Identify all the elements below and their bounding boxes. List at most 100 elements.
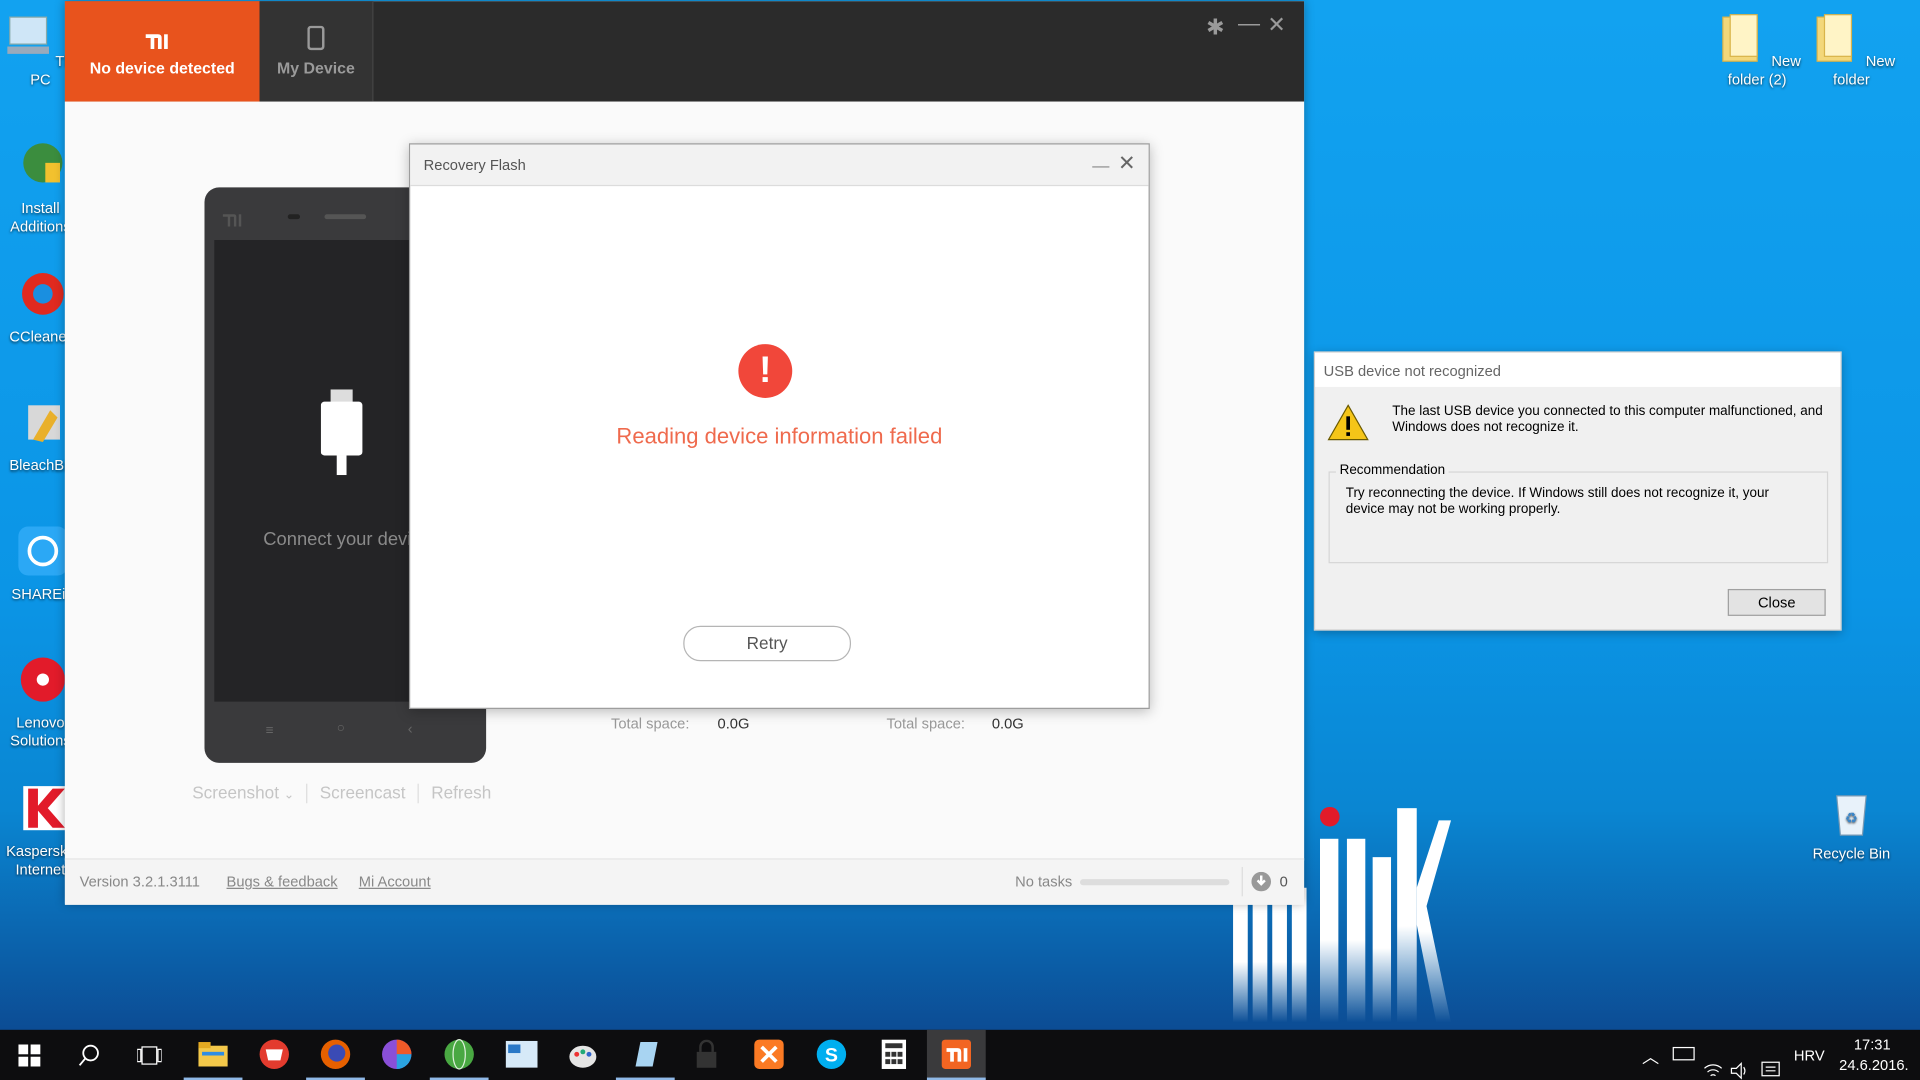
desktop-icon-label: BleachBit [9,456,72,474]
paint-icon [569,1045,597,1068]
phone-speaker [287,214,301,220]
total-space-label: Total space: [886,715,965,733]
total-space-value: 0.0G [991,715,1024,733]
task-view-button[interactable] [120,1030,179,1080]
broom-icon [28,405,61,443]
mi-logo-icon [222,214,242,227]
tasks-progress-bar [1080,879,1230,886]
taskbar-app-red[interactable] [245,1030,304,1080]
search-icon [78,1044,99,1066]
input-language[interactable]: HRV [1794,1047,1825,1080]
outlook-icon [505,1040,538,1068]
notepad-icon [635,1042,658,1067]
recycle-bin-icon: ♻ [1836,795,1867,836]
taskbar-firefox[interactable] [306,1030,365,1080]
recommendation-group: Recommendation Try reconnecting the devi… [1328,462,1829,564]
close-button[interactable]: Close [1727,588,1826,616]
dialog-title-bar: USB device not recognized [1315,352,1841,387]
phone-earpiece [324,214,367,220]
mi-logo-icon [145,34,168,49]
minimize-icon[interactable]: — [1238,11,1260,37]
lenovo-icon [20,657,65,702]
phone-home-button: ○ [336,721,345,736]
ccleaner-icon [22,273,64,315]
dialog-title: Recovery Flash [423,156,526,174]
mi-suite-icon [941,1039,972,1069]
footer-divider [1241,866,1243,897]
taskbar-lock[interactable] [677,1030,736,1080]
recommendation-label: Recommendation [1335,462,1449,478]
desktop-icon-label: Lenovo Solutions [10,713,71,750]
computer-icon [7,16,50,54]
taskbar-globe[interactable] [429,1030,489,1080]
minimize-icon[interactable]: — [1092,156,1109,176]
firefox-icon [320,1039,351,1069]
browser-icon [382,1039,412,1069]
phone-icon [307,25,325,51]
retry-button[interactable]: Retry [683,625,852,662]
usb-message: The last USB device you connected to thi… [1392,404,1823,435]
close-icon[interactable]: ✕ [1267,12,1285,38]
taskbar-mi-suite[interactable] [926,1029,986,1080]
globe-icon [444,1038,474,1070]
desktop-icon-recycle-bin[interactable]: ♻ Recycle Bin [1805,784,1898,864]
folder-icon [1816,14,1853,62]
taskbar-file-explorer[interactable] [183,1030,243,1080]
taskbar-calculator[interactable] [864,1030,923,1080]
phone-action-bar: Screenshot ⌄ Screencast Refresh [192,782,491,804]
desktop-icon-new-folder[interactable]: New folder [1805,10,1898,90]
folder-icon [1722,14,1759,62]
desktop-icon-new-folder-2[interactable]: New folder (2) [1711,10,1804,90]
search-button[interactable] [60,1030,119,1080]
battery-icon[interactable] [1672,1046,1695,1061]
total-space-value: 0.0G [717,715,750,733]
calculator-icon [881,1039,907,1069]
recovery-flash-dialog: Recovery Flash — ✕ ! Reading device info… [408,143,1150,709]
download-count: 0 [1279,873,1288,891]
screencast-button[interactable]: Screencast [320,782,406,802]
screenshot-button[interactable]: Screenshot ⌄ [192,782,294,802]
lock-icon [696,1039,717,1068]
tab-my-device[interactable]: My Device [259,1,374,102]
mi-account-link[interactable]: Mi Account [359,873,431,890]
download-icon[interactable] [1251,871,1272,892]
refresh-button[interactable]: Refresh [431,782,491,802]
phone-menu-button: ≡ [265,723,274,739]
warning-icon [1327,404,1369,441]
kaspersky-icon [23,786,68,831]
show-hidden-icons[interactable]: ︿ [1642,1044,1659,1080]
desktop-icon-label: SHAREit [11,585,70,603]
task-view-icon [137,1046,162,1065]
xampp-icon [754,1039,784,1069]
skype-icon: S [816,1039,847,1069]
error-message: Reading device information failed [616,423,943,449]
total-space-label: Total space: [611,715,690,733]
desktop-icon-label: CCleaner [9,328,72,346]
settings-icon[interactable]: ✱ [1206,15,1224,41]
action-center-icon[interactable] [1761,1046,1781,1080]
globe-shield-icon [23,143,63,183]
tab-no-device[interactable]: No device detected [64,1,260,102]
chevron-down-icon: ⌄ [283,788,295,803]
tasks-status-text: No tasks [1015,873,1073,891]
taskbar-skype[interactable]: S [802,1030,861,1080]
svg-text:S: S [825,1045,838,1067]
bugs-feedback-link[interactable]: Bugs & feedback [227,873,338,890]
dialog-title-bar: Recovery Flash — ✕ [410,144,1149,187]
tab-label: No device detected [89,58,235,78]
taskbar-xampp[interactable] [740,1030,799,1080]
clock-date[interactable]: 24.6.2016. [1839,1057,1908,1080]
taskbar-paint[interactable] [553,1030,612,1080]
file-explorer-icon [198,1042,228,1067]
wifi-icon[interactable] [1703,1046,1723,1080]
volume-icon[interactable] [1730,1046,1750,1080]
taskbar-outlook[interactable] [492,1030,551,1080]
taskbar-browser[interactable] [367,1030,426,1080]
close-icon[interactable]: ✕ [1118,152,1135,176]
mi-footer: Version 3.2.1.3111 Bugs & feedback Mi Ac… [64,858,1305,905]
taskbar-notepad[interactable] [615,1030,675,1080]
start-button[interactable] [0,1030,59,1080]
dialog-title: USB device not recognized [1323,362,1501,380]
shareit-icon [18,526,68,576]
app-red-icon [259,1039,289,1069]
